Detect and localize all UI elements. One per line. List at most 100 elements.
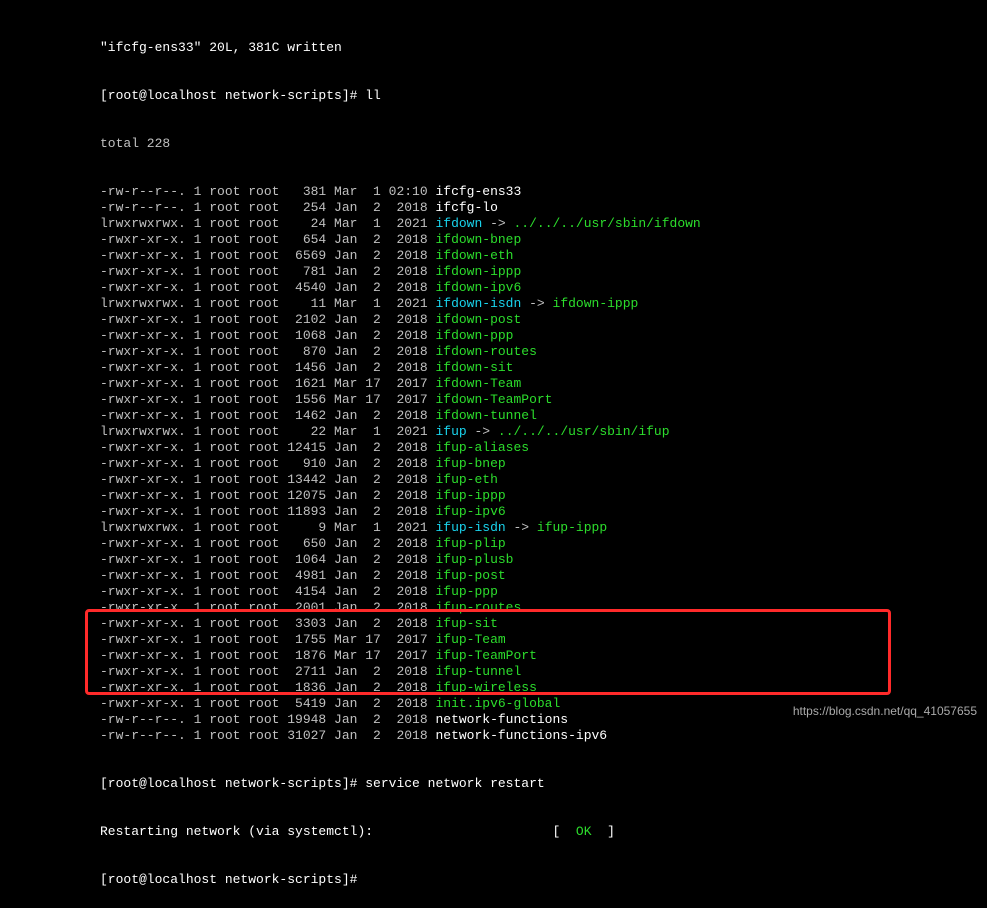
file-name: ifup-plusb — [435, 552, 513, 567]
symlink-arrow: -> — [521, 296, 552, 311]
symlink-arrow: -> — [506, 520, 537, 535]
symlink-arrow: -> — [467, 424, 498, 439]
file-name: ifup-tunnel — [435, 664, 521, 679]
ls-row: -rw-r--r--. 1 root root 381 Mar 1 02:10 … — [100, 184, 975, 200]
file-name: ifup-wireless — [435, 680, 536, 695]
file-meta: -rwxr-xr-x. 1 root root 1068 Jan 2 2018 — [100, 328, 435, 343]
file-meta: -rwxr-xr-x. 1 root root 5419 Jan 2 2018 — [100, 696, 435, 711]
file-meta: -rwxr-xr-x. 1 root root 4154 Jan 2 2018 — [100, 584, 435, 599]
ls-row: lrwxrwxrwx. 1 root root 22 Mar 1 2021 if… — [100, 424, 975, 440]
ls-row: -rwxr-xr-x. 1 root root 654 Jan 2 2018 i… — [100, 232, 975, 248]
file-meta: lrwxrwxrwx. 1 root root 11 Mar 1 2021 — [100, 296, 435, 311]
file-name: ifup-sit — [435, 616, 497, 631]
file-meta: -rwxr-xr-x. 1 root root 1836 Jan 2 2018 — [100, 680, 435, 695]
ls-row: -rwxr-xr-x. 1 root root 910 Jan 2 2018 i… — [100, 456, 975, 472]
file-meta: -rwxr-xr-x. 1 root root 3303 Jan 2 2018 — [100, 616, 435, 631]
ls-row: -rw-r--r--. 1 root root 31027 Jan 2 2018… — [100, 728, 975, 744]
file-name: init.ipv6-global — [435, 696, 560, 711]
file-meta: lrwxrwxrwx. 1 root root 9 Mar 1 2021 — [100, 520, 435, 535]
file-name: ifup-post — [435, 568, 505, 583]
ls-row: -rwxr-xr-x. 1 root root 6569 Jan 2 2018 … — [100, 248, 975, 264]
ls-row: -rwxr-xr-x. 1 root root 1456 Jan 2 2018 … — [100, 360, 975, 376]
file-name: ifdown-eth — [435, 248, 513, 263]
vim-message: "ifcfg-ens33" 20L, 381C written — [100, 40, 975, 56]
watermark: https://blog.csdn.net/qq_41057655 — [793, 703, 977, 719]
file-name: ifup-plip — [435, 536, 505, 551]
file-meta: -rwxr-xr-x. 1 root root 2102 Jan 2 2018 — [100, 312, 435, 327]
file-name: ifup — [435, 424, 466, 439]
shell-prompt-1: [root@localhost network-scripts]# ll — [100, 88, 975, 104]
file-meta: -rwxr-xr-x. 1 root root 2711 Jan 2 2018 — [100, 664, 435, 679]
ls-row: -rwxr-xr-x. 1 root root 781 Jan 2 2018 i… — [100, 264, 975, 280]
ls-listing: -rw-r--r--. 1 root root 381 Mar 1 02:10 … — [100, 184, 975, 744]
file-name: ifdown — [435, 216, 482, 231]
ls-row: -rwxr-xr-x. 1 root root 1064 Jan 2 2018 … — [100, 552, 975, 568]
ls-row: -rwxr-xr-x. 1 root root 1462 Jan 2 2018 … — [100, 408, 975, 424]
file-meta: -rwxr-xr-x. 1 root root 781 Jan 2 2018 — [100, 264, 435, 279]
file-meta: -rw-r--r--. 1 root root 381 Mar 1 02:10 — [100, 184, 435, 199]
file-name: ifdown-ipv6 — [435, 280, 521, 295]
symlink-arrow: -> — [482, 216, 513, 231]
file-meta: -rwxr-xr-x. 1 root root 11893 Jan 2 2018 — [100, 504, 435, 519]
ls-row: lrwxrwxrwx. 1 root root 24 Mar 1 2021 if… — [100, 216, 975, 232]
symlink-target: ifup-ippp — [537, 520, 607, 535]
ls-row: -rwxr-xr-x. 1 root root 650 Jan 2 2018 i… — [100, 536, 975, 552]
file-name: ifdown-ppp — [435, 328, 513, 343]
terminal-output[interactable]: "ifcfg-ens33" 20L, 381C written [root@lo… — [0, 0, 987, 908]
file-name: ifup-aliases — [435, 440, 529, 455]
shell-prompt-2: [root@localhost network-scripts]# servic… — [100, 776, 975, 792]
file-name: ifcfg-ens33 — [435, 184, 521, 199]
symlink-target: ../../../usr/sbin/ifup — [498, 424, 670, 439]
ls-row: -rwxr-xr-x. 1 root root 11893 Jan 2 2018… — [100, 504, 975, 520]
file-name: ifup-TeamPort — [435, 648, 536, 663]
file-name: ifdown-ippp — [435, 264, 521, 279]
ls-row: -rwxr-xr-x. 1 root root 2711 Jan 2 2018 … — [100, 664, 975, 680]
file-meta: -rwxr-xr-x. 1 root root 1876 Mar 17 2017 — [100, 648, 435, 663]
file-meta: -rwxr-xr-x. 1 root root 12415 Jan 2 2018 — [100, 440, 435, 455]
file-name: ifdown-tunnel — [435, 408, 536, 423]
shell-prompt-3: [root@localhost network-scripts]# — [100, 872, 975, 888]
file-meta: -rwxr-xr-x. 1 root root 4540 Jan 2 2018 — [100, 280, 435, 295]
file-name: network-functions-ipv6 — [435, 728, 607, 743]
file-name: ifcfg-lo — [435, 200, 497, 215]
file-meta: -rwxr-xr-x. 1 root root 1755 Mar 17 2017 — [100, 632, 435, 647]
ls-row: -rwxr-xr-x. 1 root root 12415 Jan 2 2018… — [100, 440, 975, 456]
file-name: ifdown-TeamPort — [435, 392, 552, 407]
file-name: ifup-ppp — [435, 584, 497, 599]
ls-row: -rwxr-xr-x. 1 root root 4154 Jan 2 2018 … — [100, 584, 975, 600]
status-ok: OK — [576, 824, 592, 839]
file-meta: -rwxr-xr-x. 1 root root 13442 Jan 2 2018 — [100, 472, 435, 487]
ls-row: -rw-r--r--. 1 root root 254 Jan 2 2018 i… — [100, 200, 975, 216]
file-meta: -rw-r--r--. 1 root root 254 Jan 2 2018 — [100, 200, 435, 215]
file-meta: -rwxr-xr-x. 1 root root 870 Jan 2 2018 — [100, 344, 435, 359]
ls-row: -rwxr-xr-x. 1 root root 1755 Mar 17 2017… — [100, 632, 975, 648]
file-name: ifup-routes — [435, 600, 521, 615]
file-meta: -rw-r--r--. 1 root root 31027 Jan 2 2018 — [100, 728, 435, 743]
ls-row: -rwxr-xr-x. 1 root root 2001 Jan 2 2018 … — [100, 600, 975, 616]
file-name: ifup-ippp — [435, 488, 505, 503]
total-line: total 228 — [100, 136, 975, 152]
file-name: ifdown-routes — [435, 344, 536, 359]
ls-row: -rwxr-xr-x. 1 root root 13442 Jan 2 2018… — [100, 472, 975, 488]
file-name: ifup-Team — [435, 632, 505, 647]
file-name: ifup-isdn — [435, 520, 505, 535]
file-meta: lrwxrwxrwx. 1 root root 24 Mar 1 2021 — [100, 216, 435, 231]
ls-row: -rwxr-xr-x. 1 root root 1836 Jan 2 2018 … — [100, 680, 975, 696]
restart-suffix: ] — [592, 824, 615, 839]
file-name: ifdown-sit — [435, 360, 513, 375]
file-name: ifdown-isdn — [435, 296, 521, 311]
file-meta: -rwxr-xr-x. 1 root root 1556 Mar 17 2017 — [100, 392, 435, 407]
file-name: ifdown-bnep — [435, 232, 521, 247]
file-meta: -rwxr-xr-x. 1 root root 1621 Mar 17 2017 — [100, 376, 435, 391]
ls-row: -rwxr-xr-x. 1 root root 3303 Jan 2 2018 … — [100, 616, 975, 632]
ls-row: -rwxr-xr-x. 1 root root 2102 Jan 2 2018 … — [100, 312, 975, 328]
ls-row: -rwxr-xr-x. 1 root root 12075 Jan 2 2018… — [100, 488, 975, 504]
ls-row: -rwxr-xr-x. 1 root root 4981 Jan 2 2018 … — [100, 568, 975, 584]
file-name: ifup-bnep — [435, 456, 505, 471]
file-meta: -rwxr-xr-x. 1 root root 1064 Jan 2 2018 — [100, 552, 435, 567]
file-meta: -rwxr-xr-x. 1 root root 654 Jan 2 2018 — [100, 232, 435, 247]
file-name: ifup-ipv6 — [435, 504, 505, 519]
ls-row: lrwxrwxrwx. 1 root root 9 Mar 1 2021 ifu… — [100, 520, 975, 536]
ls-row: lrwxrwxrwx. 1 root root 11 Mar 1 2021 if… — [100, 296, 975, 312]
symlink-target: ../../../usr/sbin/ifdown — [514, 216, 701, 231]
